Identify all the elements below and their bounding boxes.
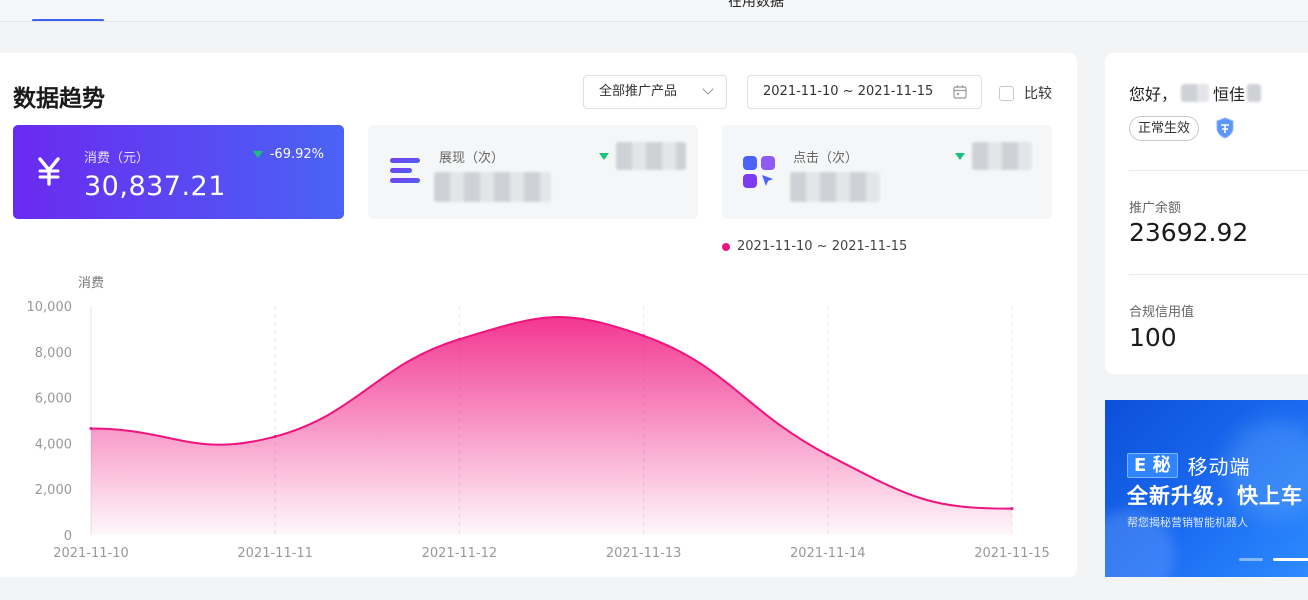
metric-label: 展现（次）: [439, 151, 505, 166]
x-tick-label: 2021-11-10: [53, 546, 129, 561]
x-tick-label: 2021-11-15: [974, 546, 1050, 561]
banner-headline: E 秘 移动端: [1127, 451, 1251, 480]
top-cut-text: 在用数据: [728, 0, 784, 10]
data-trend-card: 数据趋势 全部推广产品 2021-11-10 ~ 2021-11-15 比较 消…: [0, 53, 1077, 577]
data-point: [826, 453, 830, 457]
list-lines-icon: [390, 158, 420, 183]
masked-name: [1181, 84, 1210, 102]
click-grid-icon: [743, 156, 775, 188]
date-range-picker[interactable]: 2021-11-10 ~ 2021-11-15: [747, 75, 982, 109]
banner-dot-active[interactable]: [1273, 558, 1308, 561]
metric-label: 消费（元）: [84, 151, 150, 166]
top-tab-bar: 在用数据: [0, 0, 1308, 22]
balance-label: 推广余额: [1129, 201, 1182, 216]
masked-change: [616, 142, 686, 170]
masked-value: [790, 172, 880, 202]
data-point: [89, 427, 93, 431]
metric-card-clicks[interactable]: 点击（次）: [722, 125, 1052, 219]
metric-change: [955, 142, 1032, 170]
data-point: [457, 337, 461, 341]
series-area: [91, 317, 1012, 535]
y-tick-label: 0: [64, 529, 72, 544]
y-tick-label: 10,000: [27, 300, 73, 315]
compare-toggle[interactable]: 比较: [999, 83, 1052, 103]
y-axis-label: 消费: [78, 276, 104, 291]
credit-value: 100: [1129, 323, 1177, 352]
banner-dot[interactable]: [1239, 558, 1263, 561]
metric-value: 30,837.21: [84, 171, 226, 202]
metric-change: [599, 142, 686, 170]
x-tick-label: 2021-11-13: [606, 546, 682, 561]
credit-label: 合规信用值: [1129, 305, 1195, 320]
chevron-down-icon: [702, 83, 714, 95]
legend-dot: [722, 242, 730, 251]
metric-card-spend[interactable]: 消费（元） 30,837.21 -69.92%: [13, 125, 344, 219]
greeting-text: 您好，: [1129, 85, 1178, 104]
x-tick-label: 2021-11-12: [422, 546, 498, 561]
metric-change: -69.92%: [252, 147, 324, 162]
metric-change-value: -69.92%: [269, 147, 324, 162]
data-point: [642, 334, 646, 338]
divider: [1129, 170, 1308, 171]
banner-title: 全新升级，快上车: [1127, 484, 1303, 508]
product-select-value: 全部推广产品: [599, 84, 678, 99]
masked-name-end: [1247, 84, 1262, 102]
status-badge: 正常生效: [1129, 116, 1200, 141]
product-select[interactable]: 全部推广产品: [583, 75, 727, 109]
calendar-icon: [953, 85, 967, 99]
down-arrow-icon: [955, 152, 965, 160]
compare-label: 比较: [1024, 86, 1052, 102]
date-range-value: 2021-11-10 ~ 2021-11-15: [763, 84, 934, 99]
x-tick-label: 2021-11-11: [237, 546, 313, 561]
down-arrow-icon: [252, 151, 263, 158]
y-tick-label: 8,000: [35, 346, 72, 361]
y-tick-label: 4,000: [35, 437, 72, 452]
compare-checkbox[interactable]: [999, 85, 1014, 101]
yen-icon: [38, 157, 60, 186]
masked-change: [972, 142, 1032, 170]
section-title: 数据趋势: [13, 86, 105, 112]
metric-label: 点击（次）: [793, 151, 859, 166]
legend-label: 2021-11-10 ~ 2021-11-15: [737, 239, 908, 254]
banner-pagination[interactable]: [1239, 558, 1308, 561]
down-arrow-icon: [599, 152, 609, 160]
greeting: 您好， 恒佳: [1129, 81, 1262, 105]
balance-value: 23692.92: [1129, 218, 1249, 247]
account-card: 您好， 恒佳 正常生效 推广余额 23692.92 合规信用值 100: [1105, 53, 1308, 374]
spend-trend-chart: 消费 0 2,000 4,000 6,000 8,000 10,000 2021-11-10 2…: [27, 276, 1050, 561]
chart-legend[interactable]: 2021-11-10 ~ 2021-11-15: [722, 239, 907, 254]
promo-banner[interactable]: E 秘 移动端 全新升级，快上车 帮您揭秘营销智能机器人: [1105, 400, 1308, 577]
banner-desc: 帮您揭秘营销智能机器人: [1127, 516, 1248, 529]
x-tick-label: 2021-11-14: [790, 546, 866, 561]
banner-subtitle: 移动端: [1187, 455, 1251, 479]
banner-brand: E 秘: [1127, 453, 1178, 478]
shield-icon[interactable]: [1215, 117, 1235, 139]
divider: [1129, 274, 1308, 275]
active-tab-indicator: [32, 19, 104, 21]
user-name: 恒佳: [1213, 85, 1246, 104]
metric-card-impressions[interactable]: 展现（次）: [368, 125, 698, 219]
data-point: [273, 435, 277, 439]
y-tick-label: 2,000: [35, 483, 72, 498]
y-tick-label: 6,000: [35, 392, 72, 407]
data-point: [1010, 507, 1014, 511]
masked-value: [434, 172, 551, 202]
